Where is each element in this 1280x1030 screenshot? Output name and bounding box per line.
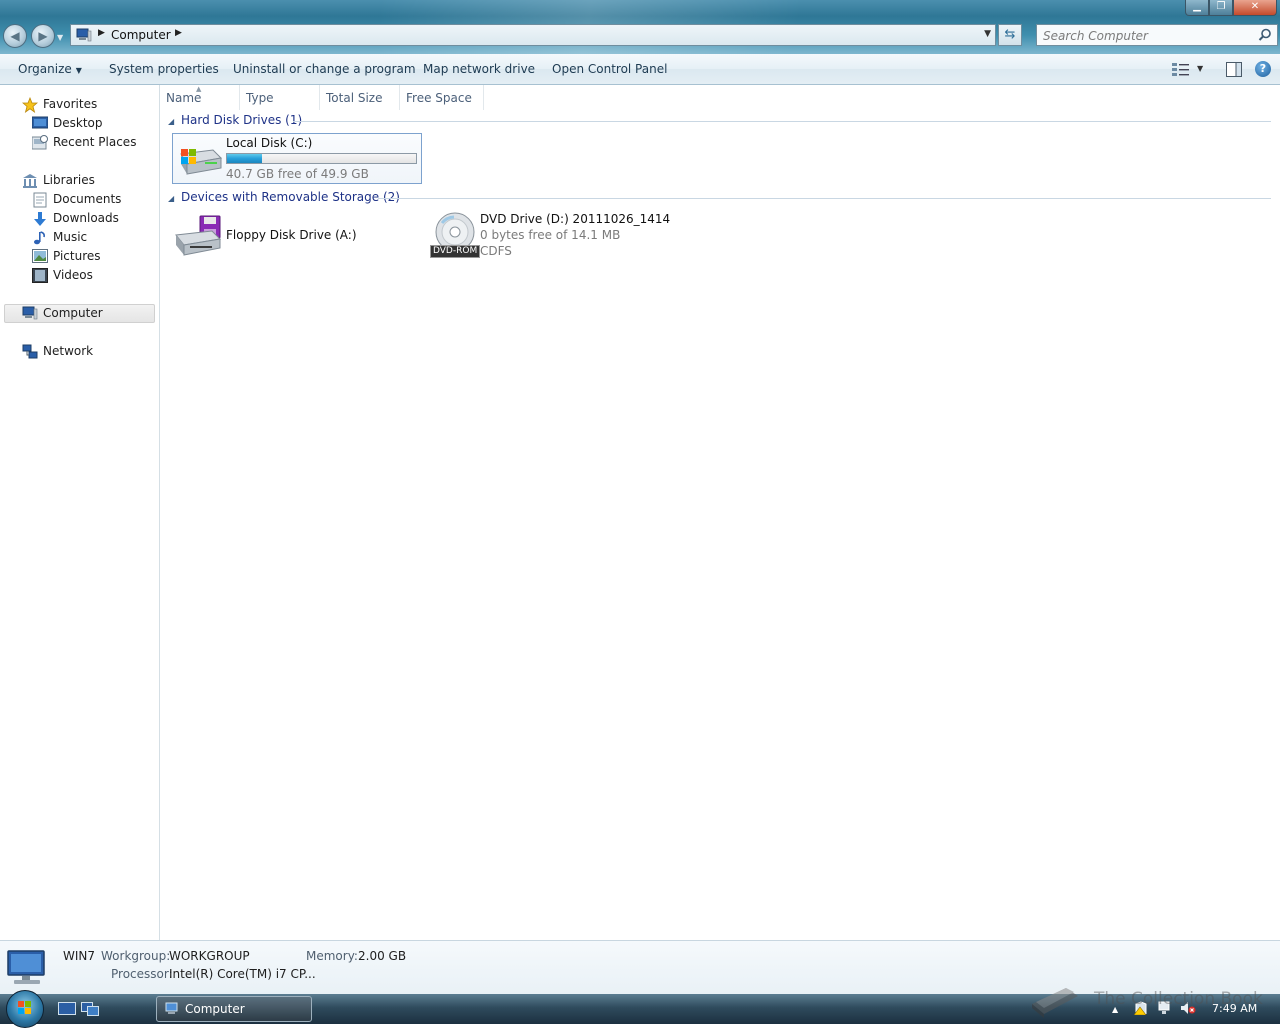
map-network-drive-button[interactable]: Map network drive [423, 62, 535, 76]
nav-recent-places-label: Recent Places [53, 135, 137, 149]
minimize-button[interactable]: ▁ [1185, 0, 1209, 16]
address-bar[interactable]: ▶ Computer ▶ ▼ [70, 24, 996, 46]
drive-c-usage-fill [227, 154, 262, 163]
breadcrumb-arrow-icon[interactable]: ▶ [98, 28, 105, 38]
search-box[interactable] [1036, 24, 1278, 46]
network-icon [22, 344, 38, 363]
column-header-type[interactable]: Type [240, 85, 320, 110]
computer-icon [22, 306, 38, 323]
nav-downloads-label: Downloads [53, 211, 119, 225]
drive-c-name: Local Disk (C:) [226, 136, 313, 150]
dvd-rom-badge: DVD-ROM [430, 245, 481, 258]
column-header-total-size[interactable]: Total Size [320, 85, 400, 110]
dvd-drive-filesystem: CDFS [480, 244, 512, 258]
nav-favorites-label: Favorites [43, 97, 98, 111]
system-properties-button[interactable]: System properties [109, 62, 219, 76]
group-header-removable[interactable]: Devices with Removable Storage (2) [181, 190, 400, 204]
preview-pane-icon[interactable] [1226, 62, 1242, 80]
workgroup-value: WORKGROUP [169, 949, 250, 963]
uninstall-program-button[interactable]: Uninstall or change a program [233, 62, 416, 76]
breadcrumb-arrow-icon[interactable]: ▶ [175, 28, 182, 38]
book-logo-icon [1028, 974, 1082, 1021]
windows-logo-icon [18, 1001, 31, 1014]
taskbar: Computer ▲ 7:49 AM [0, 990, 1280, 1028]
dvd-drive-name: DVD Drive (D:) 20111026_1414 [480, 212, 671, 226]
taskbar-button-label: Computer [185, 1002, 245, 1016]
download-arrow-icon [32, 211, 48, 230]
forward-button[interactable]: ▶ [31, 24, 55, 48]
maximize-button[interactable]: ❐ [1209, 0, 1233, 16]
view-options-dropdown-icon[interactable]: ▼ [1197, 64, 1203, 73]
nav-libraries-label: Libraries [43, 173, 95, 187]
desktop-icon [31, 116, 49, 133]
group-divider [293, 121, 1271, 122]
close-button[interactable]: ✕ [1233, 0, 1277, 16]
workgroup-label: Workgroup: [101, 949, 171, 963]
floppy-drive-name: Floppy Disk Drive (A:) [226, 228, 357, 242]
nav-network-label: Network [43, 344, 94, 358]
change-view-icon[interactable] [1172, 62, 1190, 79]
organize-label: Organize [18, 62, 72, 76]
file-list-view: ▲ Name Type Total Size Free Space ◢ Hard… [160, 85, 1280, 940]
floppy-drive-item[interactable]: Floppy Disk Drive (A:) [172, 210, 372, 260]
open-control-panel-button[interactable]: Open Control Panel [552, 62, 667, 76]
start-button[interactable] [6, 990, 44, 1028]
music-note-icon [32, 230, 48, 249]
group-header-hard-disks[interactable]: Hard Disk Drives (1) [181, 113, 302, 127]
search-input[interactable] [1041, 26, 1255, 46]
computer-name: WIN7 [63, 949, 96, 963]
taskbar-button-computer[interactable]: Computer [156, 996, 312, 1022]
column-header-free-space[interactable]: Free Space [400, 85, 484, 110]
back-button[interactable]: ◀ [3, 24, 27, 48]
address-dropdown-icon[interactable]: ▼ [984, 29, 991, 39]
memory-value: 2.00 GB [358, 949, 407, 963]
organize-button[interactable]: Organize ▼ [18, 62, 82, 76]
nav-videos-label: Videos [53, 268, 93, 282]
command-bar: Organize ▼ System properties Uninstall or… [0, 54, 1280, 85]
processor-label: Processor: [111, 967, 173, 981]
details-pane: WIN7 Workgroup: WORKGROUP Memory: 2.00 G… [0, 940, 1280, 994]
recent-places-icon [31, 135, 48, 153]
computer-icon [76, 28, 92, 45]
group-divider [378, 198, 1271, 199]
drive-c-usage-bar [226, 153, 417, 164]
column-header-name[interactable]: Name [160, 85, 240, 110]
dvd-drive-free-space: 0 bytes free of 14.1 MB [480, 228, 621, 242]
collapse-group-icon[interactable]: ◢ [168, 117, 174, 126]
documents-icon [32, 192, 48, 211]
nav-music-label: Music [53, 230, 88, 244]
processor-value: Intel(R) Core(TM) i7 CP... [169, 967, 316, 981]
nav-pictures-label: Pictures [53, 249, 101, 263]
show-desktop-icon[interactable] [58, 1002, 76, 1019]
search-icon[interactable] [1258, 28, 1272, 45]
computer-icon [165, 1002, 181, 1019]
refresh-button[interactable]: ⇆ [998, 24, 1022, 46]
dvd-drive-item[interactable]: DVD-ROM DVD Drive (D:) 20111026_1414 0 b… [428, 210, 688, 260]
drive-c-free-space: 40.7 GB free of 49.9 GB [226, 167, 369, 181]
watermark-text: The Collection Book [1094, 989, 1263, 1009]
libraries-icon [22, 173, 38, 192]
film-strip-icon [32, 268, 48, 286]
floppy-drive-icon [174, 215, 222, 260]
help-icon[interactable]: ? [1255, 61, 1271, 77]
recent-pages-dropdown[interactable]: ▼ [57, 33, 63, 42]
nav-computer-label: Computer [43, 306, 103, 320]
pictures-icon [32, 249, 48, 266]
drive-c-item[interactable]: Local Disk (C:) 40.7 GB free of 49.9 GB [172, 133, 422, 184]
hard-drive-icon [177, 140, 223, 181]
star-icon [21, 96, 39, 116]
breadcrumb-computer[interactable]: Computer [111, 28, 171, 42]
memory-label: Memory: [306, 949, 358, 963]
computer-large-icon [4, 949, 50, 990]
nav-desktop-label: Desktop [53, 116, 103, 130]
chevron-down-icon: ▼ [75, 66, 82, 75]
switch-windows-icon[interactable] [81, 1002, 99, 1019]
nav-documents-label: Documents [53, 192, 122, 206]
navigation-pane: Favorites Desktop Recent Places Librarie… [0, 85, 160, 940]
collapse-group-icon[interactable]: ◢ [168, 194, 174, 203]
